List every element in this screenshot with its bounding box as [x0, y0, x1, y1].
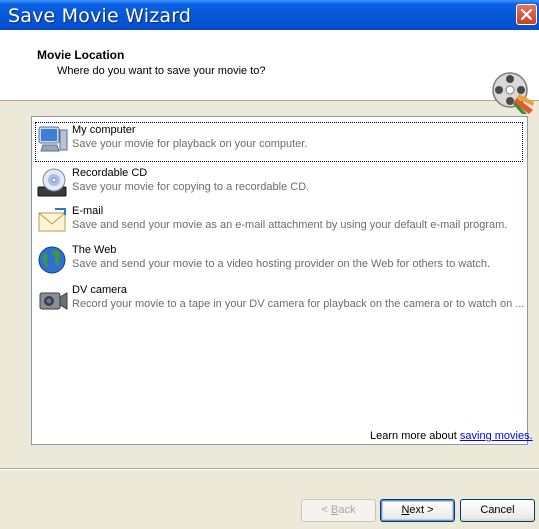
page-title: Movie Location — [37, 48, 125, 62]
wizard-window: Save Movie Wizard Movie Location Where d… — [0, 0, 539, 529]
back-button-rest: ack — [338, 504, 356, 516]
close-button[interactable] — [516, 4, 537, 25]
list-item-label: DV camera — [72, 284, 128, 296]
list-item-my-computer[interactable]: My computer Save your movie for playback… — [35, 122, 523, 162]
next-button[interactable]: Next > — [380, 499, 455, 522]
list-item-description: Save and send your movie as an e-mail at… — [72, 219, 508, 231]
cd-drive-icon — [37, 168, 67, 197]
back-button-prefix: < — [321, 504, 331, 516]
location-list: My computer Save your movie for playback… — [31, 116, 528, 445]
next-button-rest: ext > — [409, 504, 434, 516]
page-subtitle: Where do you want to save your movie to? — [57, 65, 266, 77]
globe-icon — [38, 246, 66, 274]
button-separator — [0, 468, 539, 470]
wizard-header: Movie Location Where do you want to save… — [0, 30, 539, 114]
movie-film-reel-icon — [492, 72, 534, 114]
list-item-dv-camera[interactable]: DV camera Record your movie to a tape in… — [35, 282, 524, 322]
list-item-description: Save your movie for playback on your com… — [72, 138, 308, 150]
list-item-description: Record your movie to a tape in your DV c… — [72, 298, 524, 310]
list-item-label: The Web — [72, 244, 117, 256]
close-icon — [521, 9, 532, 20]
list-item-description: Save your movie for copying to a recorda… — [72, 181, 310, 193]
window-title: Save Movie Wizard — [8, 5, 192, 27]
list-item-label: My computer — [72, 124, 136, 136]
back-button[interactable]: < Back — [301, 499, 376, 522]
email-icon — [38, 208, 66, 232]
computer-icon — [38, 126, 68, 152]
title-bar[interactable]: Save Movie Wizard — [0, 0, 539, 30]
list-item-description: Save and send your movie to a video host… — [72, 258, 491, 270]
list-item-label: E-mail — [72, 205, 104, 217]
camcorder-icon — [39, 292, 68, 310]
list-item-the-web[interactable]: The Web Save and send your movie to a vi… — [35, 242, 523, 282]
learn-more-prefix: Learn more about — [370, 430, 460, 442]
list-item-email[interactable]: E-mail Save and send your movie as an e-… — [35, 203, 523, 243]
saving-movies-link[interactable]: saving movies. — [460, 430, 533, 442]
learn-more-text: Learn more about saving movies. — [370, 430, 533, 442]
list-item-label: Recordable CD — [72, 167, 148, 179]
list-item-recordable-cd[interactable]: Recordable CD Save your movie for copyin… — [35, 165, 523, 205]
cancel-button[interactable]: Cancel — [460, 499, 535, 522]
